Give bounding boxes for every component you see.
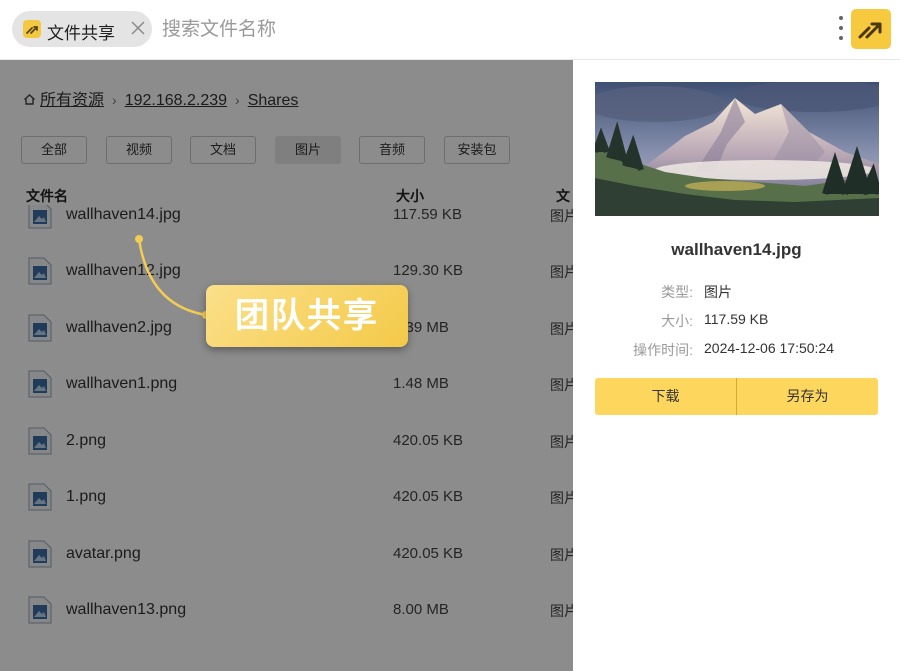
chevron-right-icon: › — [112, 92, 117, 108]
image-file-icon — [28, 540, 52, 568]
file-type: 图片 — [550, 264, 573, 280]
filter-image[interactable]: 图片 — [275, 136, 341, 164]
file-name: wallhaven14.jpg — [66, 206, 181, 223]
table-row[interactable]: avatar.png 420.05 KB 图片 — [0, 540, 573, 596]
file-name: wallhaven13.png — [66, 601, 187, 618]
home-icon — [23, 93, 36, 111]
image-file-icon — [28, 257, 52, 285]
image-file-icon — [28, 427, 52, 455]
column-header-size[interactable]: 大小 — [396, 186, 424, 206]
breadcrumb-all-resources[interactable]: 所有资源 — [40, 92, 104, 109]
file-type: 图片 — [550, 208, 573, 224]
file-type: 图片 — [550, 547, 573, 563]
file-detail-pane: wallhaven14.jpg 类型: 图片 大小: 117.59 KB 操作时… — [573, 60, 900, 671]
file-size: 1.48 MB — [393, 375, 449, 392]
table-row[interactable]: wallhaven1.png 1.48 MB 图片 — [0, 370, 573, 426]
table-row[interactable]: wallhaven13.png 8.00 MB 图片 — [0, 596, 573, 652]
more-options-icon[interactable] — [834, 15, 848, 43]
table-row[interactable]: 2.png 420.05 KB 图片 — [0, 427, 573, 483]
meta-time-row: 操作时间: 2024-12-06 17:50:24 — [573, 340, 900, 360]
meta-label: 操作时间: — [633, 342, 693, 358]
column-header-type[interactable]: 文 — [556, 186, 570, 206]
close-tab-icon[interactable] — [130, 19, 146, 37]
meta-value: 图片 — [704, 284, 732, 300]
detail-file-name: wallhaven14.jpg — [671, 240, 802, 259]
image-file-icon — [28, 370, 52, 398]
file-share-logo-icon — [23, 20, 41, 38]
file-type: 图片 — [550, 603, 573, 619]
table-row[interactable]: 1.png 420.05 KB 图片 — [0, 483, 573, 539]
top-bar: 文件共享 — [0, 0, 900, 60]
chevron-right-icon: › — [235, 92, 240, 108]
file-name: avatar.png — [66, 545, 141, 562]
file-size: 420.05 KB — [393, 432, 464, 449]
save-as-button[interactable]: 另存为 — [737, 378, 878, 415]
file-type: 图片 — [550, 377, 573, 393]
filter-document[interactable]: 文档 — [190, 136, 256, 164]
filter-audio[interactable]: 音频 — [359, 136, 425, 164]
file-size: 117.59 KB — [393, 206, 462, 223]
search-input[interactable] — [160, 13, 764, 47]
file-share-tab[interactable]: 文件共享 — [12, 11, 152, 47]
filter-all[interactable]: 全部 — [21, 136, 87, 164]
breadcrumb-shares[interactable]: Shares — [248, 92, 299, 109]
file-name: wallhaven12.jpg — [66, 262, 181, 279]
file-name: 2.png — [66, 432, 107, 449]
meta-label: 大小: — [661, 313, 693, 329]
meta-label: 类型: — [661, 284, 693, 300]
image-file-icon — [28, 596, 52, 624]
app-logo-icon[interactable] — [851, 9, 891, 49]
file-type: 图片 — [550, 434, 573, 450]
file-size: 8.00 MB — [393, 601, 449, 618]
breadcrumb-server[interactable]: 192.168.2.239 — [125, 92, 227, 109]
column-header-name[interactable]: 文件名 — [26, 186, 68, 206]
breadcrumb: 所有资源 › 192.168.2.239 › Shares — [23, 86, 298, 111]
meta-value: 2024-12-06 17:50:24 — [704, 340, 834, 356]
detail-actions: 下载 另存为 — [595, 378, 878, 415]
file-type: 图片 — [550, 490, 573, 506]
image-file-icon — [28, 314, 52, 342]
file-name: wallhaven1.png — [66, 375, 178, 392]
team-share-callout: 团队共享 — [206, 285, 408, 347]
meta-type-row: 类型: 图片 — [573, 282, 900, 302]
file-size: 420.05 KB — [393, 488, 464, 505]
file-size: 420.05 KB — [393, 545, 464, 562]
meta-value: 117.59 KB — [704, 311, 769, 327]
file-table-body: wallhaven14.jpg 117.59 KB 图片 wallhaven12… — [0, 205, 573, 671]
filter-video[interactable]: 视频 — [106, 136, 172, 164]
file-type: 图片 — [550, 321, 573, 337]
file-name: 1.png — [66, 488, 107, 505]
tab-label: 文件共享 — [47, 24, 115, 43]
image-file-icon — [28, 483, 52, 511]
file-list-pane: 所有资源 › 192.168.2.239 › Shares 全部 视频 文档 图片 音频… — [0, 60, 573, 671]
file-size: 129.30 KB — [393, 262, 464, 279]
table-row[interactable]: wallhaven14.jpg 117.59 KB 图片 — [0, 205, 573, 257]
download-button[interactable]: 下载 — [595, 378, 736, 415]
filter-installer[interactable]: 安装包 — [444, 136, 510, 164]
image-preview — [595, 82, 879, 216]
file-name: wallhaven2.jpg — [66, 319, 172, 336]
image-file-icon — [28, 205, 52, 229]
meta-size-row: 大小: 117.59 KB — [573, 311, 900, 331]
